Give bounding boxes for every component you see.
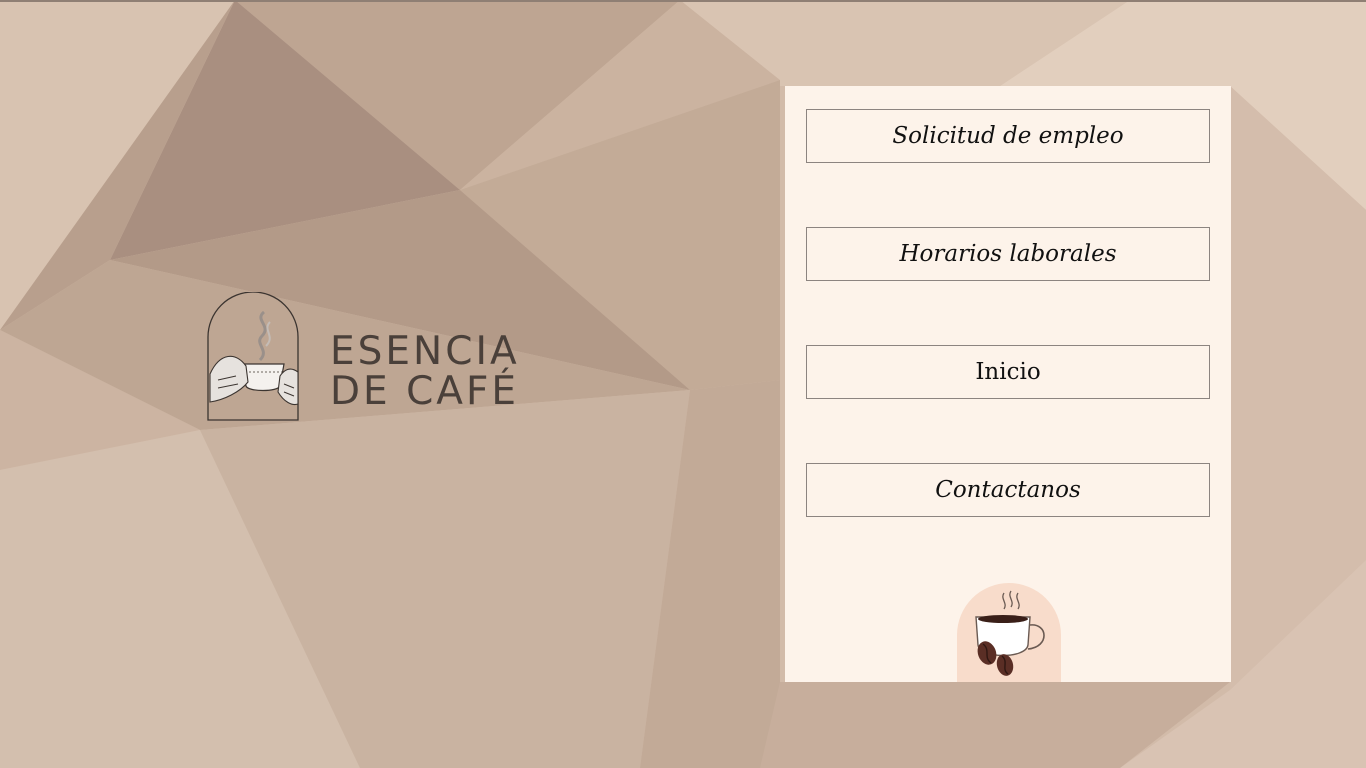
brand-logo: ESENCIA DE CAFÉ xyxy=(206,292,546,424)
nav-button-inicio[interactable]: Inicio xyxy=(806,345,1210,399)
brand-name-line2: DE CAFÉ xyxy=(330,369,520,414)
hands-holding-coffee-cup-icon xyxy=(207,292,299,421)
navigation-panel: Solicitud de empleo Horarios laborales I… xyxy=(785,86,1231,682)
nav-button-contactanos[interactable]: Contactanos xyxy=(806,463,1210,517)
nav-button-horarios-laborales[interactable]: Horarios laborales xyxy=(806,227,1210,281)
brand-name: ESENCIA DE CAFÉ xyxy=(330,332,520,412)
coffee-cup-with-beans-icon xyxy=(957,583,1061,682)
brand-name-line1: ESENCIA xyxy=(330,329,520,374)
nav-button-solicitud-de-empleo[interactable]: Solicitud de empleo xyxy=(806,109,1210,163)
